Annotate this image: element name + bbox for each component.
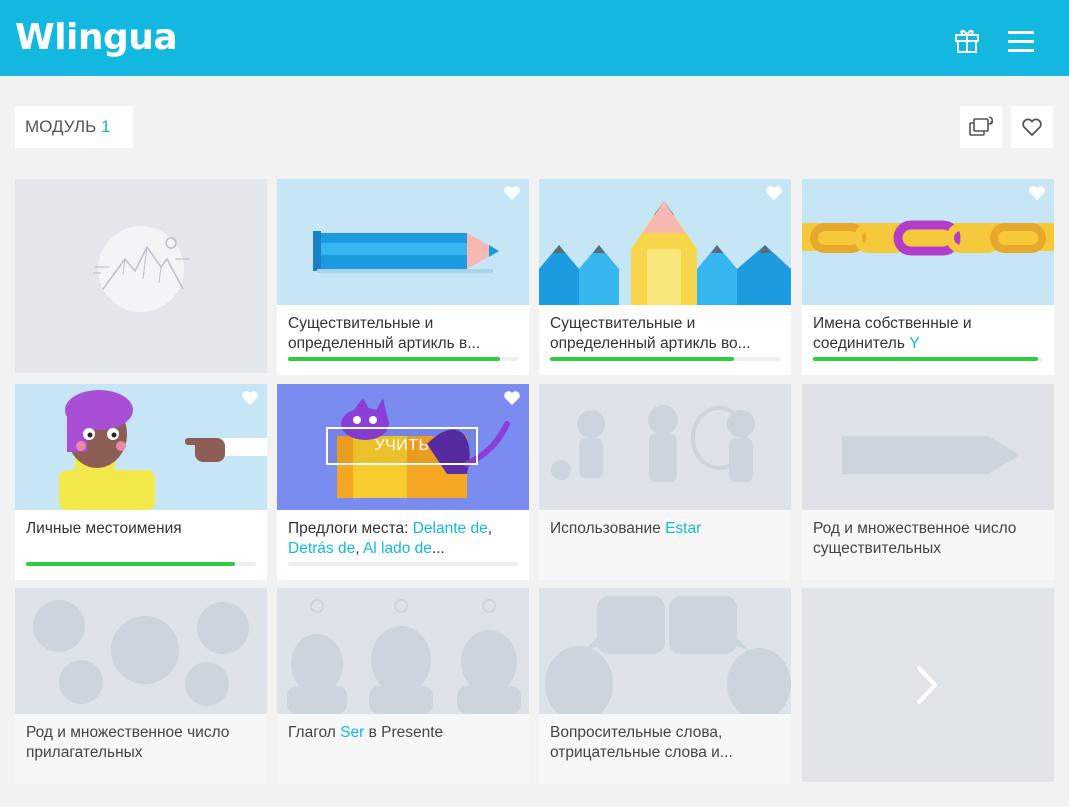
top-bar: Wlingua <box>0 0 1069 76</box>
progress-fill <box>288 357 500 361</box>
lesson-card[interactable]: Существительные и определенный артикль в… <box>539 179 791 375</box>
favorites-button[interactable] <box>1011 106 1053 148</box>
progress-fill <box>550 357 734 361</box>
lesson-card[interactable]: Имена собственные и соединитель Y <box>802 179 1054 375</box>
lesson-title: Вопросительные слова, отрицательные слов… <box>550 724 733 761</box>
module-title: МОДУЛЬ 1 <box>15 106 133 148</box>
mountain-placeholder-icon <box>93 226 189 312</box>
heart-icon[interactable] <box>503 185 521 201</box>
progress-fill <box>813 357 1039 361</box>
lesson-card-locked[interactable]: Вопросительные слова, отрицательные слов… <box>539 588 791 784</box>
lesson-title: Род и множественное число прилагательных <box>26 724 230 761</box>
lesson-image <box>15 588 267 714</box>
lesson-card-current[interactable]: УЧИТЬ Предлоги места: Delante de, Detrás … <box>277 384 529 580</box>
lesson-image <box>277 588 529 714</box>
lesson-image <box>539 588 791 714</box>
lesson-image <box>539 384 791 510</box>
lesson-card-locked[interactable]: Использование Estar <box>539 384 791 580</box>
lesson-card[interactable]: Существительные и определенный артикль в… <box>277 179 529 375</box>
progress-bar <box>26 562 256 566</box>
progress-bar <box>550 357 780 361</box>
lesson-title: Предлоги места: Delante de, Detrás de, Al… <box>288 520 493 557</box>
progress-bar <box>288 562 518 566</box>
gift-icon[interactable] <box>954 26 980 54</box>
heart-icon[interactable] <box>1028 185 1046 201</box>
lesson-title: Существительные и определенный артикль в… <box>288 315 481 352</box>
lesson-title: Существительные и определенный артикль в… <box>550 315 751 352</box>
learn-button[interactable]: УЧИТЬ <box>326 427 478 465</box>
lesson-image <box>539 179 791 305</box>
switch-view-button[interactable] <box>960 106 1002 148</box>
lesson-image: УЧИТЬ <box>277 384 529 510</box>
lesson-image <box>277 179 529 305</box>
logo[interactable]: Wlingua <box>15 14 178 62</box>
hamburger-menu-icon[interactable] <box>1008 31 1034 53</box>
lesson-card-locked[interactable]: Род и множественное число прилагательных <box>15 588 267 784</box>
lesson-image <box>15 384 267 510</box>
lesson-image <box>802 384 1054 510</box>
lesson-title: Род и множественное число существительны… <box>813 520 1017 557</box>
module-label: МОДУЛЬ <box>25 117 97 136</box>
heart-icon[interactable] <box>241 390 259 406</box>
module-number: 1 <box>101 117 111 136</box>
lesson-card-locked[interactable]: Род и множественное число существительны… <box>802 384 1054 580</box>
progress-fill <box>26 562 236 566</box>
lesson-title: Глагол Ser в Presente <box>288 724 444 741</box>
lesson-card-locked[interactable]: Глагол Ser в Presente <box>277 588 529 784</box>
lesson-title: Имена собственные и соединитель Y <box>813 315 972 352</box>
lesson-card[interactable]: Личные местоимения <box>15 384 267 580</box>
switch-view-icon <box>969 116 994 136</box>
progress-bar <box>288 357 518 361</box>
heart-icon[interactable] <box>765 185 783 201</box>
progress-bar <box>813 357 1043 361</box>
lesson-title: Личные местоимения <box>26 520 182 537</box>
chevron-right-icon <box>917 666 937 704</box>
heart-icon[interactable] <box>503 390 521 406</box>
next-page-button[interactable] <box>802 588 1054 782</box>
placeholder-card <box>15 179 267 373</box>
lesson-title: Использование Estar <box>550 520 702 537</box>
lesson-image <box>802 179 1054 305</box>
heart-outline-icon <box>1022 118 1042 136</box>
